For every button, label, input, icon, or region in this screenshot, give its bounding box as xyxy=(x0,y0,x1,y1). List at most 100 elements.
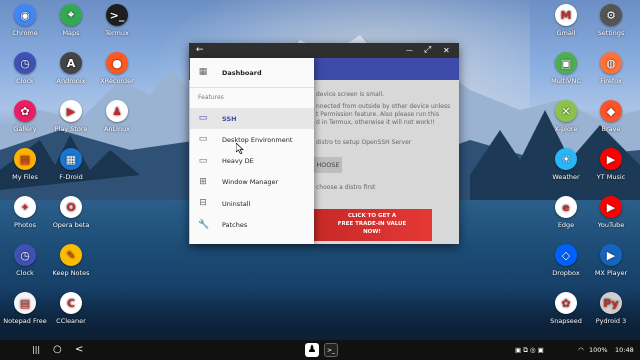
drawer-divider xyxy=(190,87,314,88)
tray-icons: ▣ ⧉ ◎ ▣ xyxy=(515,346,544,354)
desktop-icon[interactable]: ◆ Brave xyxy=(583,100,639,133)
wifi-icon: ◠ xyxy=(578,346,584,354)
opera-beta-icon: O xyxy=(60,196,82,218)
desktop-icon-label: MX Player xyxy=(594,269,628,277)
gallery-icon: ✿ xyxy=(14,100,36,122)
desktop-icon-label: AnLinux xyxy=(103,125,131,133)
close-icon[interactable]: ✕ xyxy=(443,44,450,57)
yt-music-icon: ▶ xyxy=(600,148,622,170)
content-line: d in Termux, otherwise it will not work!… xyxy=(316,119,435,126)
desktop-icon[interactable]: ✎ Keep Notes xyxy=(43,244,99,277)
desktop-icon[interactable]: Py Pydroid 3 xyxy=(583,292,639,325)
termux-icon: >_ xyxy=(106,4,128,26)
back-arrow-icon[interactable]: ← xyxy=(196,44,204,57)
anlinux-icon: ♟ xyxy=(106,100,128,122)
xrecorder-icon: ● xyxy=(106,52,128,74)
desktop-environment-icon: ▭ xyxy=(198,134,208,145)
navigation-drawer: ▦ Dashboard Features ▭ SSH ▭ Desktop Enviro… xyxy=(190,58,314,244)
ad-line: CLICK TO GET A xyxy=(347,213,397,219)
desktop-icon-label: Termux xyxy=(105,29,129,37)
dropbox-icon: ◇ xyxy=(555,244,577,266)
desktop-icon-label: YT Music xyxy=(596,173,626,181)
youtube-icon: ▶ xyxy=(600,196,622,218)
ad-line: NOW! xyxy=(363,229,381,235)
drawer-item-label: Window Manager xyxy=(222,178,279,187)
chrome-icon: ◉ xyxy=(14,4,36,26)
weather-icon: ☀ xyxy=(555,148,577,170)
window-title-bar: ← — ⤢ ✕ xyxy=(189,43,459,58)
desktop-icon[interactable]: ▶ YT Music xyxy=(583,148,639,181)
drawer-section-title: Features xyxy=(198,94,224,101)
mouse-cursor-icon xyxy=(236,143,244,154)
desktop-icon-label: Opera beta xyxy=(52,221,90,229)
drawer-item-patches[interactable]: 🔧 Patches xyxy=(190,215,314,236)
window-manager-icon: ⊞ xyxy=(199,176,207,187)
gmail-icon: M xyxy=(555,4,577,26)
drawer-item-label: Dashboard xyxy=(222,68,262,77)
content-line: t Permission feature. Also please run th… xyxy=(316,111,439,118)
multivnc-icon: ▣ xyxy=(555,52,577,74)
x-plore-icon: ✕ xyxy=(555,100,577,122)
recent-apps-icon[interactable]: ||| xyxy=(32,343,40,357)
pinned-anlinux-icon[interactable]: ♟ xyxy=(305,343,319,357)
choose-button[interactable]: HOOSE xyxy=(314,157,342,173)
maps-icon: ⌖ xyxy=(60,4,82,26)
desktop-icon-label: Pydroid 3 xyxy=(595,317,627,325)
pydroid-3-icon: Py xyxy=(600,292,622,314)
patches-icon: 🔧 xyxy=(198,219,210,230)
my-files-icon: ▤ xyxy=(14,148,36,170)
drawer-item-desktop-environment[interactable]: ▭ Desktop Environment xyxy=(190,129,314,150)
content-line: device screen is small. xyxy=(316,91,385,98)
desktop-icon[interactable]: ● XRecorder xyxy=(89,52,145,85)
content-line: nnected from outside by other device unl… xyxy=(316,103,451,110)
drawer-item-label: Heavy DE xyxy=(222,157,254,166)
desktop-icon[interactable]: ▦ F-Droid xyxy=(43,148,99,181)
desktop-icon[interactable]: ◍ Firefox xyxy=(583,52,639,85)
photos-icon: ✦ xyxy=(14,196,36,218)
keep-notes-icon: ✎ xyxy=(60,244,82,266)
desktop-icon[interactable]: ▶ YouTube xyxy=(583,196,639,229)
clock-text: 10:48 xyxy=(615,346,634,354)
edge-icon: e xyxy=(555,196,577,218)
desktop-icon-label: YouTube xyxy=(597,221,625,229)
drawer-item-uninstall[interactable]: ⊟ Uninstall xyxy=(190,193,314,214)
snapseed-icon: ✿ xyxy=(555,292,577,314)
maximize-icon[interactable]: ⤢ xyxy=(424,44,431,57)
content-line: choose a distro first xyxy=(316,184,376,191)
ad-banner[interactable]: CLICK TO GET A FREE TRADE-IN VALUE NOW! xyxy=(312,209,432,241)
desktop-icon[interactable]: O Opera beta xyxy=(43,196,99,229)
desktop-icon[interactable]: C CCleaner xyxy=(43,292,99,325)
desktop-icon[interactable]: ▶ MX Player xyxy=(583,244,639,277)
drawer-item-dashboard[interactable]: ▦ Dashboard xyxy=(190,62,314,83)
brave-icon: ◆ xyxy=(600,100,622,122)
desktop-icon-label: Brave xyxy=(601,125,621,133)
ad-line: FREE TRADE-IN VALUE xyxy=(337,221,407,227)
desktop-icon[interactable]: >_ Termux xyxy=(89,4,145,37)
uninstall-icon: ⊟ xyxy=(199,198,207,209)
firefox-icon: ◍ xyxy=(600,52,622,74)
desktop-icon[interactable]: ♟ AnLinux xyxy=(89,100,145,133)
clock-icon: ◷ xyxy=(14,52,36,74)
heavy-de-icon: ▭ xyxy=(198,155,208,166)
minimize-icon[interactable]: — xyxy=(406,44,413,57)
andronix-icon: A xyxy=(60,52,82,74)
desktop-icon-label: F-Droid xyxy=(59,173,83,181)
pinned-termux-icon[interactable]: >_ xyxy=(324,343,338,357)
desktop-icon[interactable]: ⚙ Settings xyxy=(583,4,639,37)
drawer-item-window-manager[interactable]: ⊞ Window Manager xyxy=(190,172,314,193)
desktop-icon-label: Keep Notes xyxy=(52,269,90,277)
drawer-item-label: Patches xyxy=(222,221,248,229)
desktop-icon-label: XRecorder xyxy=(100,77,134,85)
play-store-icon: ▶ xyxy=(60,100,82,122)
back-icon[interactable]: < xyxy=(75,343,83,357)
drawer-item-heavy-de[interactable]: ▭ Heavy DE xyxy=(190,151,314,172)
ccleaner-icon: C xyxy=(60,292,82,314)
taskbar: ||| ○ < ♟ >_ ▣ ⧉ ◎ ▣ ◠ 100% 10:48 xyxy=(0,340,640,360)
home-icon[interactable]: ○ xyxy=(53,343,62,357)
drawer-item-ssh[interactable]: ▭ SSH xyxy=(190,108,314,129)
desktop-icon-label: CCleaner xyxy=(56,317,86,325)
notepad-free-icon: ▤ xyxy=(14,292,36,314)
dashboard-icon: ▦ xyxy=(198,67,208,77)
clock-icon: ◷ xyxy=(14,244,36,266)
drawer-item-label: Uninstall xyxy=(222,199,251,208)
